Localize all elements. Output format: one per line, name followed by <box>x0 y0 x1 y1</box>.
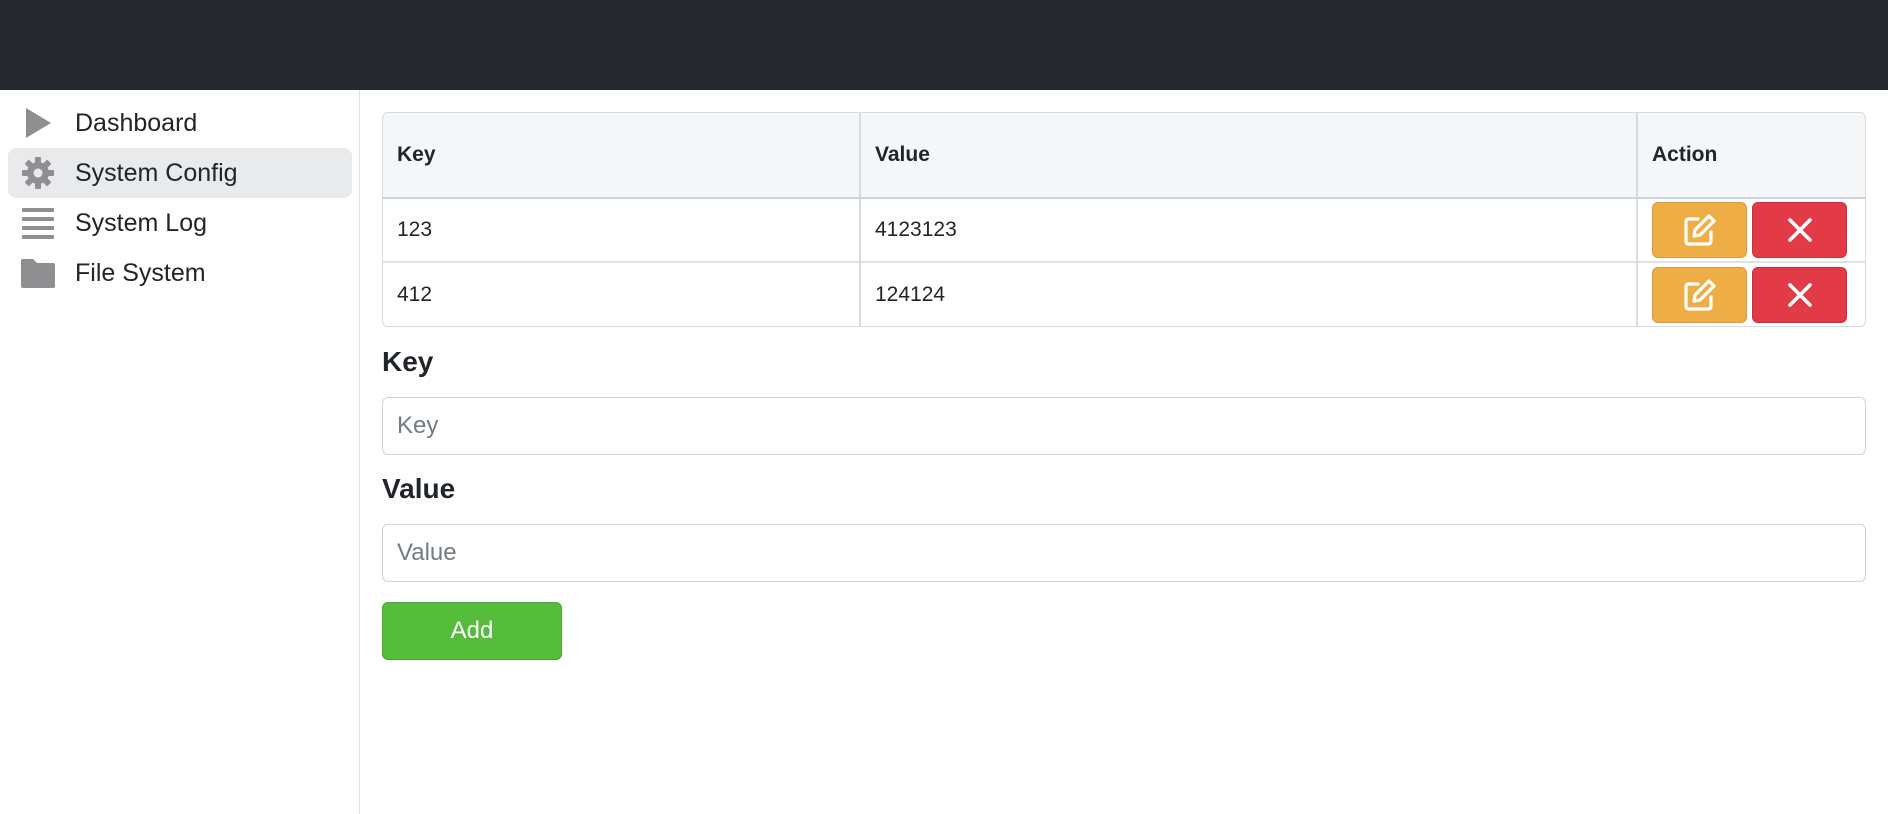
sidebar-item-file-system[interactable]: File System <box>8 248 352 298</box>
sidebar: Dashboard System Config System Log File … <box>0 90 360 814</box>
sidebar-item-label: Dashboard <box>75 108 198 137</box>
cell-actions <box>1637 198 1865 262</box>
close-icon <box>1787 218 1812 242</box>
top-navbar <box>0 0 1888 90</box>
column-header-value: Value <box>860 113 1638 199</box>
close-icon <box>1787 282 1812 307</box>
cell-value: 124124 <box>860 261 1638 326</box>
cell-value: 4123123 <box>860 198 1638 262</box>
key-input[interactable] <box>382 397 1866 455</box>
column-header-action: Action <box>1637 113 1865 199</box>
list-icon <box>20 206 56 240</box>
sidebar-item-system-config[interactable]: System Config <box>8 148 352 198</box>
cell-key: 123 <box>383 198 861 262</box>
edit-icon <box>1683 214 1716 246</box>
config-table: Key Value Action 123 4123123 412 124124 <box>382 112 1866 327</box>
sidebar-item-system-log[interactable]: System Log <box>8 198 352 248</box>
delete-button[interactable] <box>1752 202 1847 258</box>
folder-icon <box>20 256 56 290</box>
value-input[interactable] <box>382 524 1866 582</box>
delete-button[interactable] <box>1752 266 1847 323</box>
column-header-key: Key <box>383 113 861 199</box>
play-icon <box>20 106 56 140</box>
gear-icon <box>20 156 56 190</box>
sidebar-item-label: File System <box>75 258 206 287</box>
sidebar-item-label: System Config <box>75 158 238 187</box>
edit-button[interactable] <box>1652 266 1747 323</box>
edit-icon <box>1683 278 1716 311</box>
cell-actions <box>1637 261 1865 326</box>
edit-button[interactable] <box>1652 202 1747 258</box>
sidebar-item-label: System Log <box>75 208 208 237</box>
key-label: Key <box>382 346 434 377</box>
table-header-row: Key Value Action <box>383 113 1865 199</box>
table-row: 412 124124 <box>383 261 1865 326</box>
table-row: 123 4123123 <box>383 198 1865 262</box>
sidebar-item-dashboard[interactable]: Dashboard <box>8 98 352 148</box>
add-button[interactable]: Add <box>382 602 562 660</box>
value-label: Value <box>382 473 456 504</box>
cell-key: 412 <box>383 261 861 326</box>
